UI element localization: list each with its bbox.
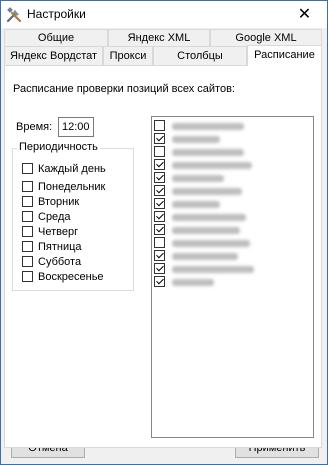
checkbox-label: Каждый день (38, 163, 106, 176)
window-title: Настройки (27, 7, 86, 21)
periodicity-title: Периодичность (17, 141, 100, 153)
checkbox-box[interactable] (154, 171, 165, 183)
checkbox-box[interactable] (154, 262, 165, 274)
checkbox-box[interactable] (154, 119, 165, 131)
site-list-item[interactable] (154, 158, 252, 172)
checkbox-label: Пятница (38, 241, 82, 254)
checkbox-box[interactable] (154, 275, 165, 287)
tab-yandex-wordstat[interactable]: Яндекс Вордстат (4, 46, 103, 65)
title-bar[interactable]: Настройки ✕ (1, 1, 327, 28)
checkbox-box[interactable] (154, 132, 165, 144)
site-list-item[interactable] (154, 236, 250, 250)
checkbox-box[interactable] (154, 210, 165, 222)
blurred-site-name (172, 148, 244, 156)
close-icon: ✕ (297, 6, 312, 23)
checkbox-label: Суббота (38, 256, 82, 269)
site-list-item[interactable] (154, 171, 224, 185)
blurred-site-name (172, 278, 214, 286)
checkbox-box[interactable] (154, 223, 165, 235)
schedule-heading: Расписание проверки позиций всех сайтов: (13, 83, 235, 95)
blurred-site-name (172, 226, 240, 234)
site-list-item[interactable] (154, 275, 214, 289)
blurred-site-name (172, 174, 224, 182)
checkbox-box[interactable] (154, 249, 165, 261)
close-button[interactable]: ✕ (282, 1, 327, 28)
tab-columns[interactable]: Столбцы (153, 46, 247, 65)
site-list-item[interactable] (154, 184, 242, 198)
checkbox-saturday[interactable]: Суббота (22, 255, 82, 269)
checkbox-every-day[interactable]: Каждый день (22, 162, 106, 176)
checkbox-box[interactable] (22, 270, 33, 282)
checkbox-box[interactable] (154, 197, 165, 209)
checkbox-box[interactable] (22, 225, 33, 237)
tab-proxy[interactable]: Прокси (103, 46, 153, 65)
tab-google-xml[interactable]: Google XML (210, 29, 322, 46)
blurred-site-name (172, 135, 220, 143)
site-list-item[interactable] (154, 262, 254, 276)
checkbox-label: Понедельник (38, 181, 106, 194)
site-list-item[interactable] (154, 249, 238, 263)
checkbox-label: Вторник (38, 196, 80, 209)
checkbox-label: Воскресенье (38, 271, 104, 284)
checkbox-box[interactable] (22, 210, 33, 222)
sites-checklist[interactable] (151, 116, 314, 438)
checkbox-label: Среда (38, 211, 71, 224)
periodicity-groupbox: Периодичность Каждый день Понедельник Вт… (12, 141, 134, 291)
blurred-site-name (172, 122, 244, 130)
site-list-item[interactable] (154, 145, 244, 159)
checkbox-monday[interactable]: Понедельник (22, 180, 106, 194)
site-list-item[interactable] (154, 223, 240, 237)
settings-window: Настройки ✕ Общие Яндекс XML Google XML … (0, 0, 328, 465)
checkbox-label: Четверг (38, 226, 79, 239)
checkbox-wednesday[interactable]: Среда (22, 210, 71, 224)
blurred-site-name (172, 265, 254, 273)
blurred-site-name (172, 213, 246, 221)
checkbox-box[interactable] (22, 180, 33, 192)
checkbox-box[interactable] (154, 145, 165, 157)
site-list-item[interactable] (154, 197, 220, 211)
client-area: Общие Яндекс XML Google XML Яндекс Вордс… (1, 28, 327, 464)
blurred-site-name (172, 200, 220, 208)
checkbox-thursday[interactable]: Четверг (22, 225, 79, 239)
checkbox-box[interactable] (154, 158, 165, 170)
tab-schedule[interactable]: Расписание (247, 45, 322, 66)
blurred-site-name (172, 252, 238, 260)
blurred-site-name (172, 239, 250, 247)
time-input[interactable]: 12:00 (58, 117, 94, 137)
tools-icon (6, 7, 22, 23)
checkbox-box[interactable] (154, 184, 165, 196)
site-list-item[interactable] (154, 132, 220, 146)
time-label: Время: (16, 121, 53, 133)
tab-general[interactable]: Общие (4, 29, 108, 46)
checkbox-tuesday[interactable]: Вторник (22, 195, 80, 209)
checkbox-box[interactable] (22, 240, 33, 252)
blurred-site-name (172, 161, 252, 169)
tab-yandex-xml[interactable]: Яндекс XML (108, 29, 210, 46)
checkbox-box[interactable] (22, 195, 33, 207)
site-list-item[interactable] (154, 119, 244, 133)
checkbox-box[interactable] (22, 255, 33, 267)
checkbox-friday[interactable]: Пятница (22, 240, 82, 254)
checkbox-box[interactable] (22, 162, 33, 174)
checkbox-box[interactable] (154, 236, 165, 248)
site-list-item[interactable] (154, 210, 246, 224)
blurred-site-name (172, 187, 242, 195)
checkbox-sunday[interactable]: Воскресенье (22, 270, 104, 284)
